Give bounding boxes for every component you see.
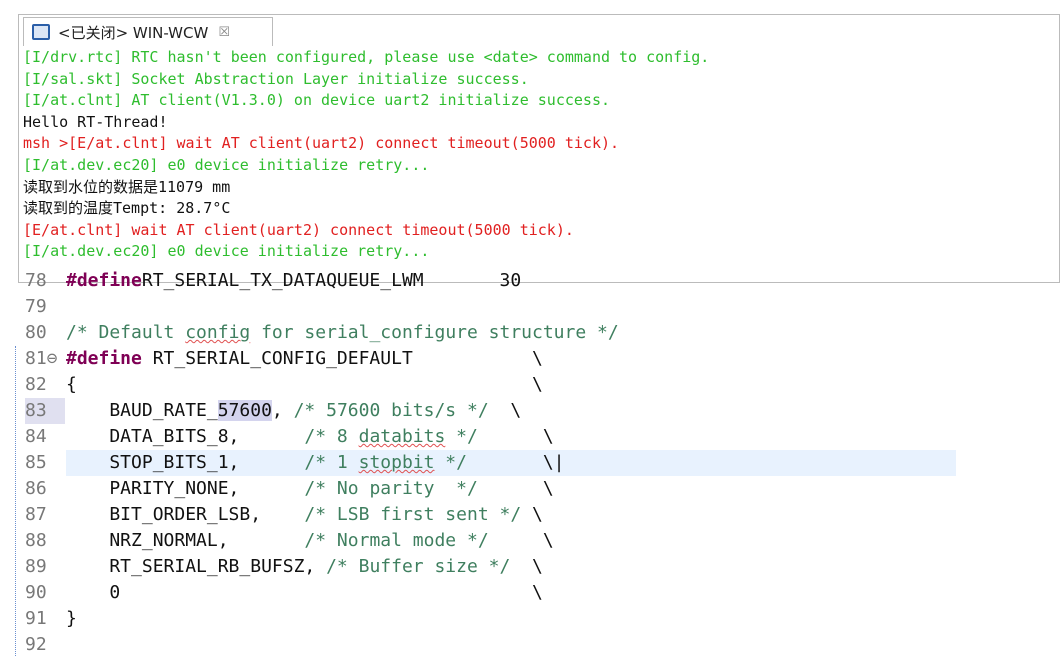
code-text[interactable]: NRZ_NORMAL, /* Normal mode */ \: [66, 528, 554, 554]
console-line: 读取到的温度Tempt: 28.7°C: [23, 199, 231, 218]
code-token: */: [434, 452, 467, 473]
code-token: STOP_BITS_1,: [66, 452, 305, 473]
console-tab[interactable]: <已关闭> WIN-WCW ☒: [23, 17, 273, 46]
code-text[interactable]: /* Default config for serial_configure s…: [66, 320, 619, 346]
code-token: \|: [466, 452, 565, 473]
console-monitor-icon: [32, 24, 50, 40]
code-editor[interactable]: 78 #defineRT_SERIAL_TX_DATAQUEUE_LWM 30 79…: [0, 270, 1064, 663]
code-token: \: [477, 478, 554, 499]
line-number: 86: [25, 478, 47, 499]
code-line: 80 /* Default config for serial_configure…: [0, 320, 960, 346]
line-number: 81⊖: [25, 348, 58, 369]
code-text[interactable]: PARITY_NONE, /* No parity */ \: [66, 476, 554, 502]
code-token: */: [445, 426, 478, 447]
console-line: [I/drv.rtc] RTC hasn't been configured, …: [23, 48, 710, 66]
code-line: 89 RT_SERIAL_RB_BUFSZ, /* Buffer size */…: [0, 554, 960, 580]
line-number: 92: [25, 634, 47, 655]
code-text[interactable]: RT_SERIAL_RB_BUFSZ, /* Buffer size */ \: [66, 554, 543, 580]
code-line: 81⊖ #define RT_SERIAL_CONFIG_DEFAULT \: [0, 346, 960, 372]
code-token: #define: [66, 270, 142, 291]
code-line: 88 NRZ_NORMAL, /* Normal mode */ \: [0, 528, 960, 554]
code-token: DATA_BITS_8,: [66, 426, 305, 447]
code-token: for serial_configure structure */: [250, 322, 619, 343]
console-output: [I/drv.rtc] RTC hasn't been configured, …: [23, 47, 709, 263]
line-number: 91: [25, 608, 47, 629]
code-token: ,: [271, 400, 294, 421]
fold-guide: [15, 346, 16, 656]
code-token: BIT_ORDER_LSB,: [66, 504, 305, 525]
code-text[interactable]: BIT_ORDER_LSB, /* LSB first sent */ \: [66, 502, 543, 528]
console-line: 读取到水位的数据是11079 mm: [23, 177, 231, 196]
line-number: 78: [25, 270, 47, 291]
line-number: 90: [25, 582, 47, 603]
code-token: PARITY_NONE,: [66, 478, 305, 499]
code-token: /* Normal mode */: [304, 530, 489, 551]
code-token: /* No parity */: [304, 478, 478, 499]
code-text[interactable]: }: [66, 606, 77, 632]
code-token: \: [510, 556, 543, 577]
code-line: 82 { \: [0, 372, 960, 398]
code-token: RT_SERIAL_RB_BUFSZ,: [66, 556, 327, 577]
code-token: }: [66, 608, 77, 629]
code-line: 92: [0, 632, 960, 658]
code-token: config: [185, 322, 251, 343]
console-view: <已关闭> WIN-WCW ☒ [I/drv.rtc] RTC hasn't b…: [18, 14, 1060, 283]
code-line: 90 0 \: [0, 580, 960, 606]
code-token: /* LSB first sent */: [304, 504, 522, 525]
code-token: 0 \: [66, 582, 543, 603]
code-token: databits: [358, 426, 446, 447]
code-line: 83 BAUD_RATE_57600, /* 57600 bits/s */ \: [0, 398, 960, 424]
line-number: 87: [25, 504, 47, 525]
code-token: RT_SERIAL_TX_DATAQUEUE_LWM 30: [141, 270, 522, 291]
line-number: 89: [25, 556, 47, 577]
code-line: 91}: [0, 606, 960, 632]
code-token: /* 8: [304, 426, 359, 447]
code-line: 84 DATA_BITS_8, /* 8 databits */ \: [0, 424, 960, 450]
code-line: 79: [0, 294, 960, 320]
line-number: 80: [25, 322, 47, 343]
code-text[interactable]: BAUD_RATE_57600, /* 57600 bits/s */ \: [66, 398, 521, 424]
code-token: \: [521, 504, 543, 525]
code-token: \: [488, 530, 554, 551]
code-line: 86 PARITY_NONE, /* No parity */ \: [0, 476, 960, 502]
console-line: [I/at.clnt] AT client(V1.3.0) on device …: [23, 91, 610, 110]
code-token: \: [477, 426, 554, 447]
code-token: BAUD_RATE_: [66, 400, 218, 421]
console-line: Hello RT-Thread!: [23, 112, 168, 131]
line-number: 79: [25, 296, 47, 317]
close-icon[interactable]: ☒: [218, 25, 230, 40]
code-token: 57600: [217, 400, 272, 421]
line-number: 82: [25, 374, 47, 395]
console-line: [I/at.dev.ec20] e0 device initialize ret…: [23, 242, 430, 261]
code-token: RT_SERIAL_CONFIG_DEFAULT \: [141, 348, 543, 369]
code-text[interactable]: STOP_BITS_1, /* 1 stopbit */ \|: [66, 450, 565, 476]
code-token: #define: [66, 348, 142, 369]
code-text[interactable]: #defineRT_SERIAL_TX_DATAQUEUE_LWM 30: [66, 268, 521, 294]
line-number: 85: [25, 452, 47, 473]
code-line: 87 BIT_ORDER_LSB, /* LSB first sent */ \: [0, 502, 960, 528]
code-token: stopbit: [358, 452, 435, 473]
code-line: 78 #defineRT_SERIAL_TX_DATAQUEUE_LWM 30: [0, 268, 960, 294]
line-number: 83: [25, 398, 65, 424]
code-text[interactable]: 0 \: [66, 580, 543, 606]
console-line: msh >[E/at.clnt] wait AT client(uart2) c…: [23, 134, 620, 153]
console-tab-title: <已关闭> WIN-WCW: [58, 23, 209, 42]
code-text[interactable]: DATA_BITS_8, /* 8 databits */ \: [66, 424, 554, 450]
code-token: { \: [66, 374, 543, 395]
code-token: /* Default: [66, 322, 186, 343]
code-token: /* 57600 bits/s */: [293, 400, 489, 421]
line-number: 88: [25, 530, 47, 551]
code-line: 85 STOP_BITS_1, /* 1 stopbit */ \|: [0, 450, 960, 476]
console-line: [I/at.dev.ec20] e0 device initialize ret…: [23, 155, 430, 174]
code-text[interactable]: { \: [66, 372, 543, 398]
code-token: NRZ_NORMAL,: [66, 530, 305, 551]
console-line: [I/sal.skt] Socket Abstraction Layer ini…: [23, 69, 529, 88]
code-token: /* 1: [304, 452, 359, 473]
code-token: /* Buffer size */: [326, 556, 511, 577]
code-text[interactable]: #define RT_SERIAL_CONFIG_DEFAULT \: [66, 346, 543, 372]
line-number: 84: [25, 426, 47, 447]
console-line: [E/at.clnt] wait AT client(uart2) connec…: [23, 220, 574, 239]
code-token: \: [488, 400, 522, 421]
